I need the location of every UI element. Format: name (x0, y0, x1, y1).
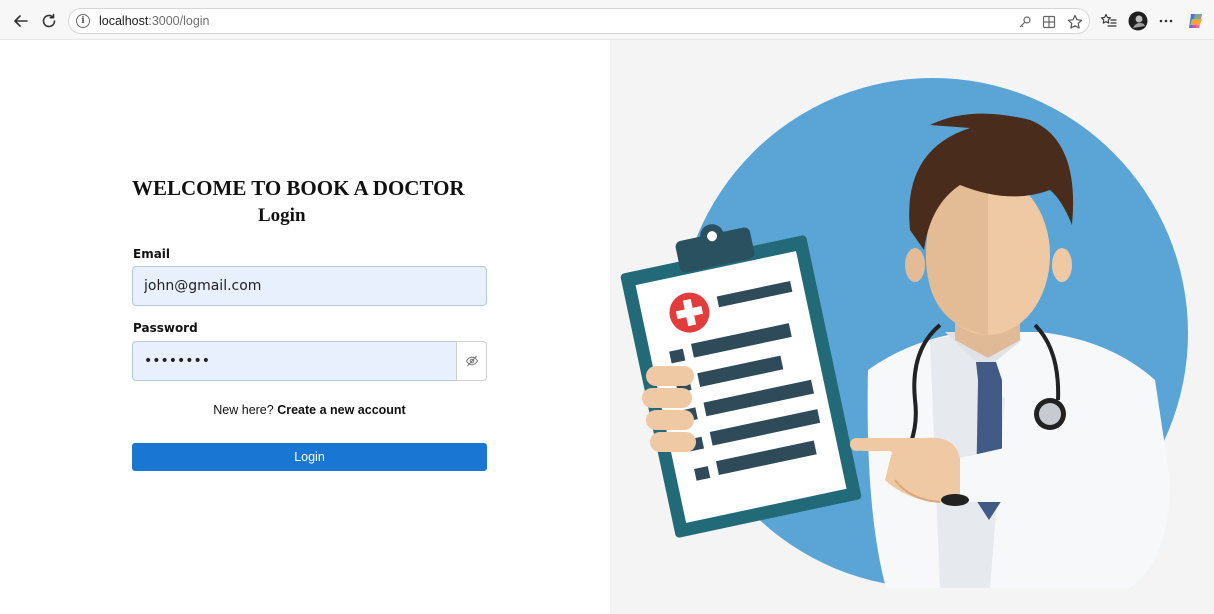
browser-toolbar: i localhost:3000/login (0, 0, 1214, 40)
password-field (132, 341, 487, 381)
favorites-icon[interactable] (1098, 10, 1120, 32)
refresh-icon[interactable] (38, 10, 60, 32)
create-account-link[interactable]: Create a new account (277, 403, 406, 417)
doctor-illustration (620, 78, 1214, 614)
site-info-icon[interactable]: i (76, 14, 90, 28)
login-heading: Login (258, 205, 306, 226)
signup-prompt: New here? Create a new account (132, 403, 487, 417)
app-available-icon[interactable] (1041, 14, 1057, 30)
login-button[interactable]: Login (132, 443, 487, 471)
password-label: Password (133, 321, 198, 335)
login-panel: WELCOME TO BOOK A DOCTOR Login Email Pas… (8, 40, 610, 614)
page-content: WELCOME TO BOOK A DOCTOR Login Email Pas… (8, 40, 1214, 614)
eye-off-icon[interactable] (456, 341, 487, 381)
key-icon[interactable] (1017, 14, 1033, 30)
email-label: Email (133, 247, 171, 261)
url-host: localhost (99, 14, 149, 28)
profile-avatar-icon[interactable] (1127, 10, 1149, 32)
illustration-panel (610, 40, 1214, 614)
address-bar[interactable]: i localhost:3000/login (68, 8, 1090, 34)
favorite-star-icon[interactable] (1067, 14, 1083, 30)
welcome-heading: WELCOME TO BOOK A DOCTOR (132, 176, 465, 200)
new-here-text: New here? (213, 403, 274, 417)
back-arrow-icon[interactable] (10, 10, 32, 32)
password-input[interactable] (132, 341, 456, 381)
email-input[interactable] (132, 266, 487, 306)
url-path: :3000/login (148, 14, 210, 28)
copilot-icon[interactable] (1185, 10, 1207, 32)
more-options-icon[interactable] (1155, 10, 1177, 32)
